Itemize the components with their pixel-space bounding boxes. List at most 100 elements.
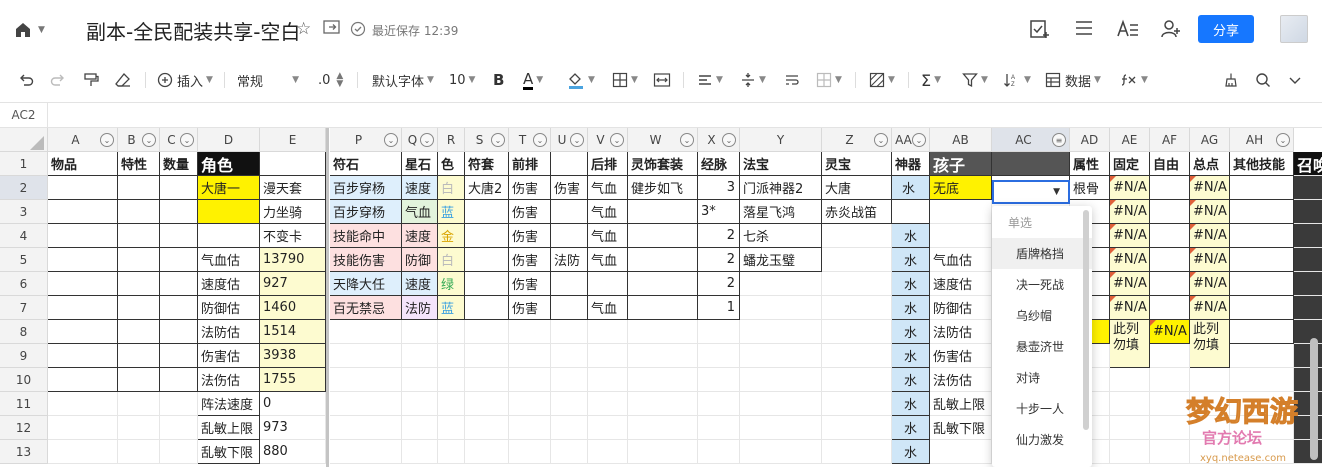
cell-p10[interactable] (330, 368, 402, 392)
column-title-d[interactable]: 角色 (198, 152, 260, 176)
cell-b9[interactable] (118, 344, 160, 368)
cell-ah6[interactable] (1230, 272, 1294, 296)
cell-p2[interactable]: 百步穿杨 (330, 176, 402, 200)
column-title-w[interactable]: 灵饰套装 (628, 152, 698, 176)
dropdown-arrow-icon[interactable]: ▼ (1053, 187, 1060, 197)
cell-d5[interactable]: 气血估 (198, 248, 260, 272)
cell-s8[interactable] (465, 320, 509, 344)
filter-dropdown-icon[interactable]: ⌄ (722, 133, 736, 147)
cell-q9[interactable] (402, 344, 438, 368)
cell-z6[interactable] (822, 272, 892, 296)
column-header-af[interactable]: AF (1150, 128, 1190, 152)
row-header-10[interactable]: 10 (0, 368, 48, 392)
column-header-ab[interactable]: AB (930, 128, 992, 152)
cell-y10[interactable] (740, 368, 822, 392)
cell-e8[interactable]: 1514 (260, 320, 326, 344)
cell-t5[interactable]: 伤害 (509, 248, 551, 272)
cell-z5[interactable] (822, 248, 892, 272)
cell-e9[interactable]: 3938 (260, 344, 326, 368)
cell-r3[interactable]: 蓝 (438, 200, 465, 224)
cell-u5[interactable]: 法防 (551, 248, 588, 272)
cell-x5[interactable]: 2 (698, 248, 740, 272)
column-title-p[interactable]: 符石 (330, 152, 402, 176)
cell-ad2[interactable]: 根骨 (1070, 176, 1110, 200)
cell-z4[interactable] (822, 224, 892, 248)
cell-u9[interactable] (551, 344, 588, 368)
font-color-button[interactable]: A ▼ (523, 69, 543, 91)
cell-c8[interactable] (160, 320, 198, 344)
cell-u3[interactable] (551, 200, 588, 224)
row-header-13[interactable]: 13 (0, 440, 48, 464)
cell-ab3[interactable] (930, 200, 992, 224)
cell-s3[interactable] (465, 200, 509, 224)
column-title-ah[interactable]: 其他技能 (1230, 152, 1294, 176)
merge-cells-icon[interactable]: ▼ (816, 69, 842, 91)
column-title-c[interactable]: 数量 (160, 152, 198, 176)
cell-b7[interactable] (118, 296, 160, 320)
cell-z8[interactable] (822, 320, 892, 344)
cell-af8[interactable]: #N/A (1150, 320, 1190, 344)
column-title-s[interactable]: 符套 (465, 152, 509, 176)
cell-z7[interactable] (822, 296, 892, 320)
cell-ah4[interactable] (1230, 224, 1294, 248)
filter-dropdown-icon[interactable]: ⌄ (491, 133, 505, 147)
cell-d11[interactable]: 阵法速度 (198, 392, 260, 416)
column-header-c[interactable]: C ⌄ (160, 128, 198, 152)
cell-d9[interactable]: 伤害估 (198, 344, 260, 368)
cell-z10[interactable] (822, 368, 892, 392)
merge-icon[interactable] (653, 69, 671, 91)
cell-w11[interactable] (628, 392, 698, 416)
cell-b12[interactable] (118, 416, 160, 440)
cell-p12[interactable] (330, 416, 402, 440)
conditional-format-button[interactable]: ▼ (869, 69, 895, 91)
column-header-a[interactable]: A ⌄ (48, 128, 118, 152)
cell-y13[interactable] (740, 440, 822, 464)
cell-s9[interactable] (465, 344, 509, 368)
cell-t9[interactable] (509, 344, 551, 368)
cell-q13[interactable] (402, 440, 438, 464)
cell-y5[interactable]: 蟠龙玉璧 (740, 248, 822, 272)
cell-ai7[interactable] (1294, 296, 1322, 320)
cell-v9[interactable] (588, 344, 628, 368)
cell-y2[interactable]: 门派神器2 (740, 176, 822, 200)
cell-t4[interactable]: 伤害 (509, 224, 551, 248)
cell-u4[interactable] (551, 224, 588, 248)
column-header-ah[interactable]: AH ⌄ (1230, 128, 1294, 152)
cell-v3[interactable]: 气血 (588, 200, 628, 224)
cell-q3[interactable]: 气血 (402, 200, 438, 224)
cell-v13[interactable] (588, 440, 628, 464)
cell-y9[interactable] (740, 344, 822, 368)
move-folder-icon[interactable] (323, 19, 341, 40)
cell-w6[interactable] (628, 272, 698, 296)
avatar[interactable] (1280, 15, 1308, 43)
cell-p4[interactable]: 技能命中 (330, 224, 402, 248)
collapse-toolbar-icon[interactable] (1288, 69, 1302, 91)
cell-e6[interactable]: 927 (260, 272, 326, 296)
cell-ae5[interactable]: #N/A (1110, 248, 1150, 272)
cell-af4[interactable] (1150, 224, 1190, 248)
cell-ai5[interactable] (1294, 248, 1322, 272)
cell-z12[interactable] (822, 416, 892, 440)
cell-x6[interactable]: 2 (698, 272, 740, 296)
cell-v8[interactable] (588, 320, 628, 344)
row-header-8[interactable]: 8 (0, 320, 48, 344)
column-header-t[interactable]: T ⌄ (509, 128, 551, 152)
cell-t8[interactable] (509, 320, 551, 344)
cell-b3[interactable] (118, 200, 160, 224)
cell-ai4[interactable] (1294, 224, 1322, 248)
column-header-ac[interactable]: AC ≡ (992, 128, 1070, 152)
cell-p3[interactable]: 百步穿杨 (330, 200, 402, 224)
column-title-ai[interactable]: 召唤 (1294, 152, 1322, 176)
cell-aa11[interactable]: 水 (892, 392, 930, 416)
cell-s11[interactable] (465, 392, 509, 416)
column-title-u[interactable] (551, 152, 588, 176)
sum-button[interactable]: Σ ▼ (921, 69, 941, 91)
cell-r5[interactable]: 白 (438, 248, 465, 272)
dropdown-option[interactable]: 决一死战 (992, 269, 1092, 300)
cell-a2[interactable] (48, 176, 118, 200)
cell-t7[interactable]: 伤害 (509, 296, 551, 320)
row-header-6[interactable]: 6 (0, 272, 48, 296)
star-icon[interactable]: ☆ (296, 19, 311, 39)
cell-ab9[interactable]: 伤害估 (930, 344, 992, 368)
dropdown-option[interactable]: 仙力激发 (992, 424, 1092, 455)
